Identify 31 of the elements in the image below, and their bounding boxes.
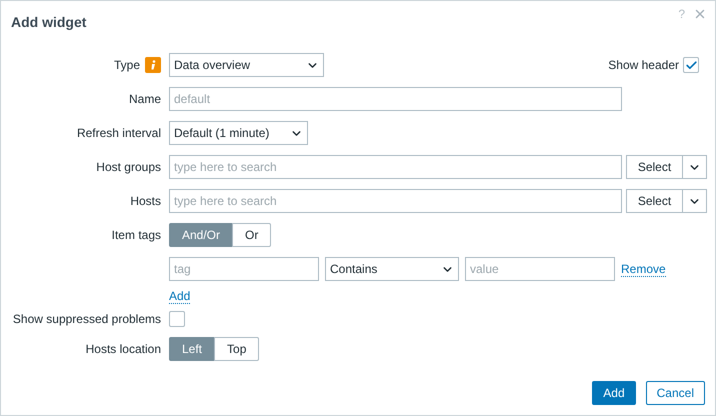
field-label: Name bbox=[128, 92, 161, 106]
select-button[interactable]: Select bbox=[626, 189, 683, 213]
toggle-option[interactable]: Or bbox=[232, 223, 272, 247]
primary-button[interactable]: Add bbox=[592, 381, 636, 405]
field-label: Item tags bbox=[112, 228, 161, 242]
checkbox-label: Show header bbox=[608, 58, 679, 72]
dialog-title: Add widget bbox=[10, 13, 88, 31]
checkbox[interactable] bbox=[683, 57, 699, 73]
field-label: Hosts location bbox=[86, 342, 161, 356]
toggle-option[interactable]: Top bbox=[214, 337, 260, 361]
checkbox[interactable] bbox=[169, 311, 185, 327]
field-label: Hosts bbox=[130, 194, 161, 208]
search-field[interactable]: type here to search bbox=[169, 155, 622, 179]
search-field[interactable]: type here to search bbox=[169, 189, 622, 213]
field-label: Show suppressed problems bbox=[12, 312, 161, 326]
remove-link[interactable]: Remove bbox=[621, 262, 666, 276]
add-link[interactable]: Add bbox=[169, 289, 190, 304]
field-label: Type bbox=[114, 58, 140, 72]
secondary-button[interactable]: Cancel bbox=[646, 381, 705, 405]
field-label: Host groups bbox=[96, 160, 161, 174]
value-field[interactable]: value bbox=[465, 257, 615, 281]
dropdown[interactable]: Data overview bbox=[169, 53, 324, 77]
info-icon[interactable] bbox=[145, 57, 161, 73]
operator-dropdown[interactable]: Contains bbox=[325, 257, 459, 281]
name-field[interactable]: default bbox=[169, 87, 622, 111]
dropdown-button[interactable] bbox=[683, 155, 707, 179]
tag-field[interactable]: tag bbox=[169, 257, 319, 281]
select-button[interactable]: Select bbox=[626, 155, 683, 179]
dropdown-button[interactable] bbox=[683, 189, 707, 213]
dropdown[interactable]: Default (1 minute) bbox=[169, 121, 308, 145]
field-label: Refresh interval bbox=[76, 126, 161, 140]
